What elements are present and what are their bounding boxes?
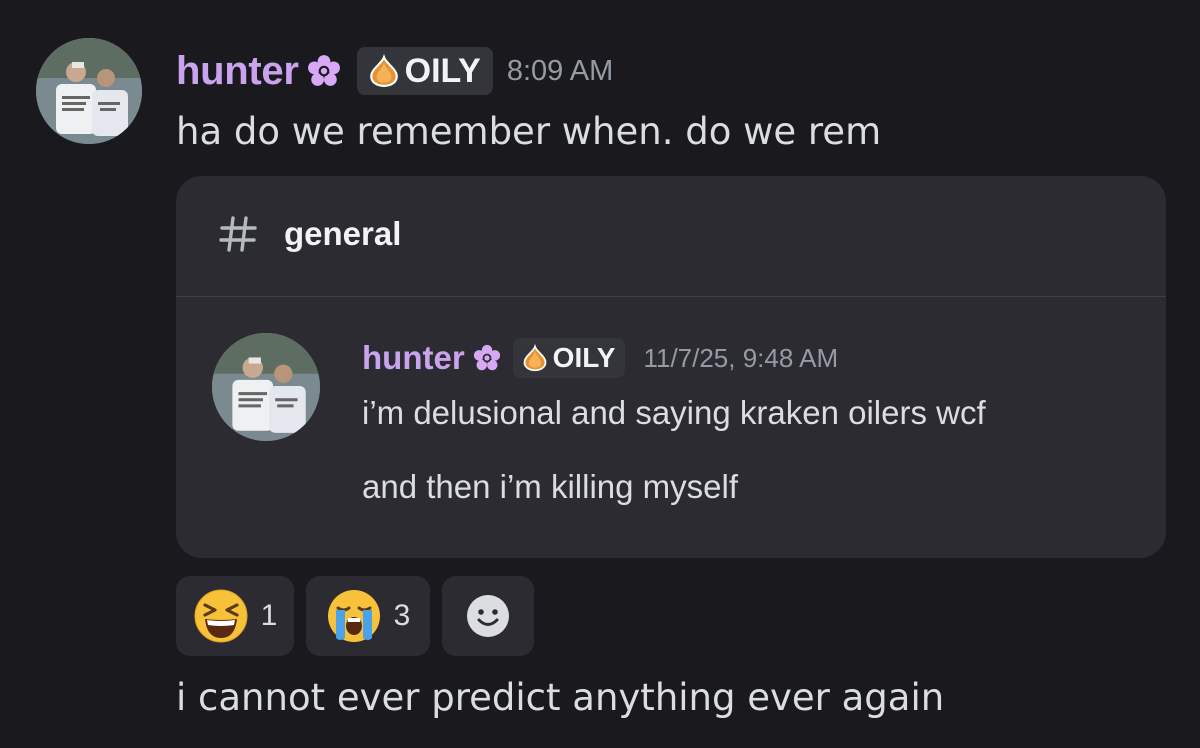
grinning-squinting-face-icon [194, 589, 248, 643]
quoted-message-header: hunter OILY 11/7/25, 9:48 AM [362, 337, 838, 379]
channel-name: general [284, 215, 402, 252]
avatar-photo [36, 38, 142, 144]
onion-tag-icon [523, 344, 547, 372]
reaction-button[interactable]: 3 [306, 576, 430, 656]
quoted-role-tag[interactable]: OILY [512, 338, 626, 378]
role-tag[interactable]: OILY [356, 47, 493, 95]
embed-divider [176, 296, 1166, 297]
onion-tag-icon [369, 54, 398, 87]
add-reaction-icon [467, 595, 509, 637]
username[interactable]: hunter [176, 49, 299, 94]
quoted-avatar[interactable] [212, 333, 320, 441]
quoted-timestamp[interactable]: 11/7/25, 9:48 AM [643, 343, 838, 374]
reaction-count: 3 [393, 599, 411, 632]
reaction-count: 1 [260, 599, 278, 632]
quoted-message-text-line: and then i’m killing myself [362, 468, 738, 505]
timestamp[interactable]: 8:09 AM [507, 55, 613, 88]
message-text: ha do we remember when. do we rem [176, 110, 882, 153]
quoted-message-text-line: i’m delusional and saying kraken oilers … [362, 394, 986, 431]
chat-view: hunter OILY 8:09 AM ha do we remember wh… [0, 0, 1200, 748]
message-text: i cannot ever predict anything ever agai… [176, 676, 945, 719]
hash-icon [219, 216, 257, 252]
avatar-photo [212, 333, 320, 441]
add-reaction-button[interactable] [442, 576, 534, 656]
quoted-username[interactable]: hunter [362, 339, 465, 377]
reactions-bar: 1 3 [176, 576, 534, 656]
quoted-role-tag-label: OILY [552, 342, 616, 373]
flower-icon [473, 344, 500, 371]
channel-link[interactable]: general [216, 212, 401, 256]
message-header: hunter OILY 8:09 AM [176, 46, 613, 96]
role-tag-label: OILY [404, 51, 481, 90]
avatar[interactable] [36, 38, 142, 144]
flower-icon [307, 55, 340, 86]
reaction-button[interactable]: 1 [176, 576, 294, 656]
loudly-crying-face-icon [327, 590, 380, 642]
